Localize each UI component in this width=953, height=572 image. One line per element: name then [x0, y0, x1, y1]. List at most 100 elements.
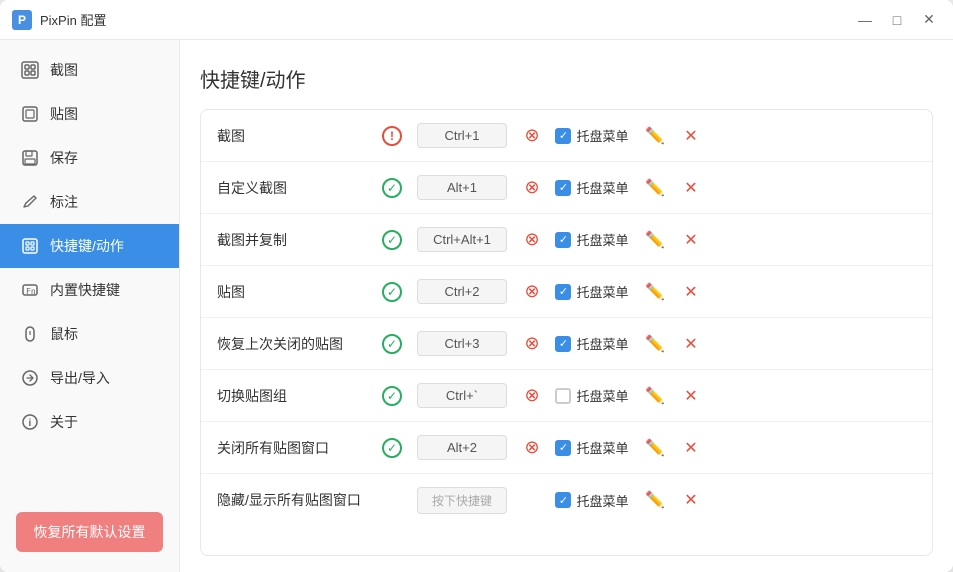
remove-icon[interactable]: ✕	[680, 122, 701, 150]
edit-icon[interactable]: ✏️	[641, 174, 669, 202]
status-icon: ✓	[377, 386, 407, 406]
edit-icon[interactable]: ✏️	[641, 382, 669, 410]
tray-menu-toggle[interactable]: 托盘菜单	[547, 438, 637, 457]
tray-checkbox[interactable]	[555, 336, 571, 352]
delete-shortcut-button[interactable]: ⊗	[517, 229, 547, 251]
sidebar-item-builtin[interactable]: Fn 内置快捷键	[0, 268, 179, 312]
save-icon	[20, 148, 40, 168]
delete-shortcut-button[interactable]: ⊗	[517, 177, 547, 199]
shortcut-key[interactable]: Ctrl+2	[407, 279, 517, 304]
shortcut-key[interactable]: Ctrl+3	[407, 331, 517, 356]
shortcut-name: 截图并复制	[217, 230, 377, 250]
clear-shortcut-icon[interactable]: ⊗	[521, 125, 543, 147]
sidebar-item-sticker[interactable]: 贴图	[0, 92, 179, 136]
remove-icon[interactable]: ✕	[680, 434, 701, 462]
shortcut-key[interactable]: Alt+2	[407, 435, 517, 460]
tray-checkbox[interactable]	[555, 492, 571, 508]
maximize-button[interactable]: □	[885, 8, 909, 32]
shortcut-key[interactable]: Ctrl+`	[407, 383, 517, 408]
tray-menu-toggle[interactable]: 托盘菜单	[547, 491, 637, 510]
sidebar: 截图 贴图	[0, 40, 180, 572]
tray-menu-toggle[interactable]: 托盘菜单	[547, 334, 637, 353]
sidebar-item-mouse[interactable]: 鼠标	[0, 312, 179, 356]
remove-icon[interactable]: ✕	[680, 486, 701, 514]
delete-shortcut-button[interactable]: ⊗	[517, 333, 547, 355]
remove-icon[interactable]: ✕	[680, 174, 701, 202]
shortcut-key[interactable]: 按下快捷键	[407, 487, 517, 514]
sidebar-item-annotate[interactable]: 标注	[0, 180, 179, 224]
edit-button[interactable]: ✏️	[637, 226, 673, 254]
titlebar: PixPin 配置 — □ ✕	[0, 0, 953, 40]
delete-shortcut-button[interactable]: ⊗	[517, 281, 547, 303]
edit-icon[interactable]: ✏️	[641, 226, 669, 254]
ok-icon: ✓	[382, 334, 402, 354]
screenshot-icon	[20, 60, 40, 80]
builtin-icon: Fn	[20, 280, 40, 300]
delete-shortcut-button[interactable]: ⊗	[517, 125, 547, 147]
remove-button[interactable]: ✕	[673, 486, 709, 514]
ok-icon: ✓	[382, 438, 402, 458]
clear-shortcut-icon[interactable]: ⊗	[521, 281, 543, 303]
clear-shortcut-icon[interactable]: ⊗	[521, 333, 543, 355]
content-area: 截图 贴图	[0, 40, 953, 572]
remove-button[interactable]: ✕	[673, 278, 709, 306]
remove-button[interactable]: ✕	[673, 330, 709, 358]
restore-defaults-button[interactable]: 恢复所有默认设置	[16, 512, 163, 552]
delete-shortcut-button[interactable]: ⊗	[517, 385, 547, 407]
edit-button[interactable]: ✏️	[637, 486, 673, 514]
clear-shortcut-icon[interactable]: ⊗	[521, 229, 543, 251]
tray-checkbox[interactable]	[555, 180, 571, 196]
tray-menu-toggle[interactable]: 托盘菜单	[547, 230, 637, 249]
edit-button[interactable]: ✏️	[637, 330, 673, 358]
clear-shortcut-icon[interactable]: ⊗	[521, 385, 543, 407]
edit-button[interactable]: ✏️	[637, 382, 673, 410]
remove-button[interactable]: ✕	[673, 226, 709, 254]
shortcut-key[interactable]: Ctrl+Alt+1	[407, 227, 517, 252]
shortcuts-table: 截图!Ctrl+1⊗托盘菜单✏️✕自定义截图✓Alt+1⊗托盘菜单✏️✕截图并复…	[200, 109, 933, 556]
tray-menu-toggle[interactable]: 托盘菜单	[547, 282, 637, 301]
sidebar-item-about[interactable]: i 关于	[0, 400, 179, 444]
sidebar-item-screenshot[interactable]: 截图	[0, 48, 179, 92]
sidebar-item-save[interactable]: 保存	[0, 136, 179, 180]
remove-icon[interactable]: ✕	[680, 382, 701, 410]
remove-button[interactable]: ✕	[673, 434, 709, 462]
minimize-button[interactable]: —	[853, 8, 877, 32]
table-row: 恢复上次关闭的贴图✓Ctrl+3⊗托盘菜单✏️✕	[201, 318, 932, 370]
remove-icon[interactable]: ✕	[680, 278, 701, 306]
close-button[interactable]: ✕	[917, 8, 941, 32]
edit-button[interactable]: ✏️	[637, 278, 673, 306]
clear-shortcut-icon[interactable]: ⊗	[521, 177, 543, 199]
remove-button[interactable]: ✕	[673, 122, 709, 150]
edit-button[interactable]: ✏️	[637, 122, 673, 150]
shortcut-key[interactable]: Ctrl+1	[407, 123, 517, 148]
tray-checkbox[interactable]	[555, 440, 571, 456]
sidebar-item-export[interactable]: 导出/导入	[0, 356, 179, 400]
edit-button[interactable]: ✏️	[637, 174, 673, 202]
sidebar-item-shortcuts[interactable]: 快捷键/动作	[0, 224, 179, 268]
tray-checkbox[interactable]	[555, 284, 571, 300]
ok-icon: ✓	[382, 178, 402, 198]
sidebar-item-mouse-label: 鼠标	[50, 324, 78, 344]
tray-menu-toggle[interactable]: 托盘菜单	[547, 126, 637, 145]
edit-icon[interactable]: ✏️	[641, 330, 669, 358]
tray-checkbox[interactable]	[555, 232, 571, 248]
edit-icon[interactable]: ✏️	[641, 122, 669, 150]
tray-checkbox[interactable]	[555, 128, 571, 144]
remove-icon[interactable]: ✕	[680, 330, 701, 358]
edit-button[interactable]: ✏️	[637, 434, 673, 462]
edit-icon[interactable]: ✏️	[641, 486, 669, 514]
clear-shortcut-icon[interactable]: ⊗	[521, 437, 543, 459]
tray-menu-toggle[interactable]: 托盘菜单	[547, 178, 637, 197]
tray-checkbox[interactable]	[555, 388, 571, 404]
shortcut-key[interactable]: Alt+1	[407, 175, 517, 200]
delete-shortcut-button[interactable]: ⊗	[517, 437, 547, 459]
tray-menu-toggle[interactable]: 托盘菜单	[547, 386, 637, 405]
remove-button[interactable]: ✕	[673, 174, 709, 202]
shortcuts-icon	[20, 236, 40, 256]
shortcut-name: 关闭所有贴图窗口	[217, 438, 377, 458]
remove-button[interactable]: ✕	[673, 382, 709, 410]
edit-icon[interactable]: ✏️	[641, 434, 669, 462]
edit-icon[interactable]: ✏️	[641, 278, 669, 306]
remove-icon[interactable]: ✕	[680, 226, 701, 254]
table-row: 关闭所有贴图窗口✓Alt+2⊗托盘菜单✏️ ✕	[201, 422, 932, 474]
